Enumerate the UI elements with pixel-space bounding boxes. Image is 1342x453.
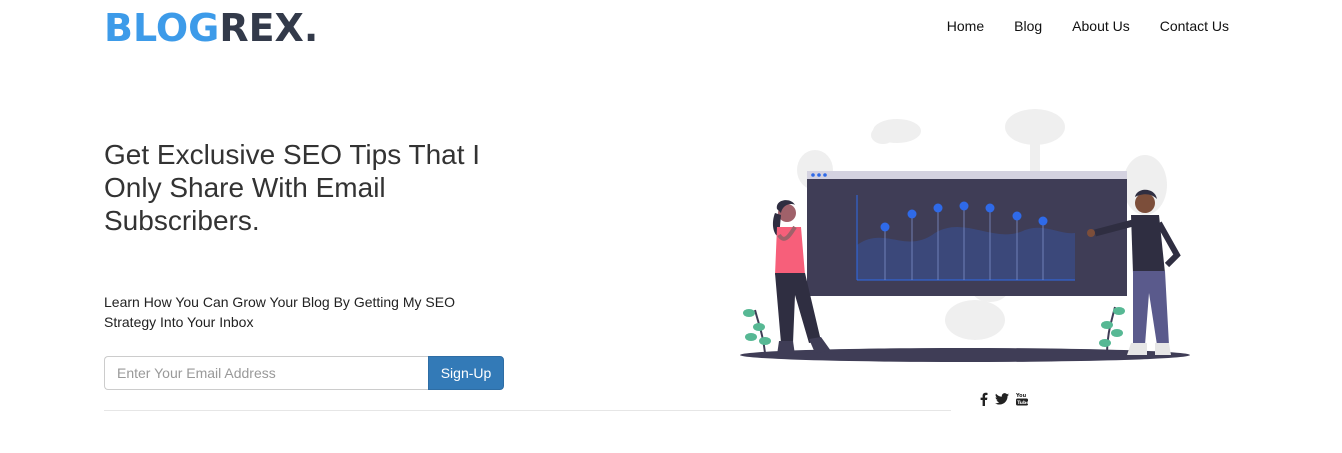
site-logo[interactable]: BLOGREX.	[104, 6, 318, 50]
nav-blog[interactable]: Blog	[1014, 18, 1042, 34]
twitter-icon[interactable]	[995, 393, 1009, 405]
plant-left	[743, 309, 771, 354]
signup-form: Sign-Up	[104, 356, 504, 390]
dashboard-titlebar	[807, 171, 1127, 179]
plant-right	[1099, 306, 1125, 354]
ground-shadow	[740, 348, 1190, 362]
svg-text:You: You	[1016, 393, 1027, 399]
nav-contact-us[interactable]: Contact Us	[1160, 18, 1229, 34]
youtube-icon[interactable]: You Tube	[1016, 392, 1028, 406]
nav-home[interactable]: Home	[947, 18, 984, 34]
logo-part-rex: REX	[219, 6, 304, 50]
social-links: You Tube	[980, 392, 1028, 406]
svg-text:Tube: Tube	[1017, 400, 1028, 406]
facebook-icon[interactable]	[980, 392, 988, 406]
hero-subtext: Learn How You Can Grow Your Blog By Gett…	[104, 294, 455, 330]
nav-about-us[interactable]: About Us	[1072, 18, 1130, 34]
main-nav: Home Blog About Us Contact Us	[947, 18, 1229, 34]
logo-part-blog: BLOG	[104, 6, 220, 50]
email-input[interactable]	[104, 356, 428, 390]
logo-dot: .	[303, 6, 319, 50]
signup-button[interactable]: Sign-Up	[428, 356, 504, 390]
hero-headline: Get Exclusive SEO Tips That I Only Share…	[104, 139, 481, 236]
section-divider	[104, 410, 951, 411]
hero-illustration	[740, 109, 1190, 362]
